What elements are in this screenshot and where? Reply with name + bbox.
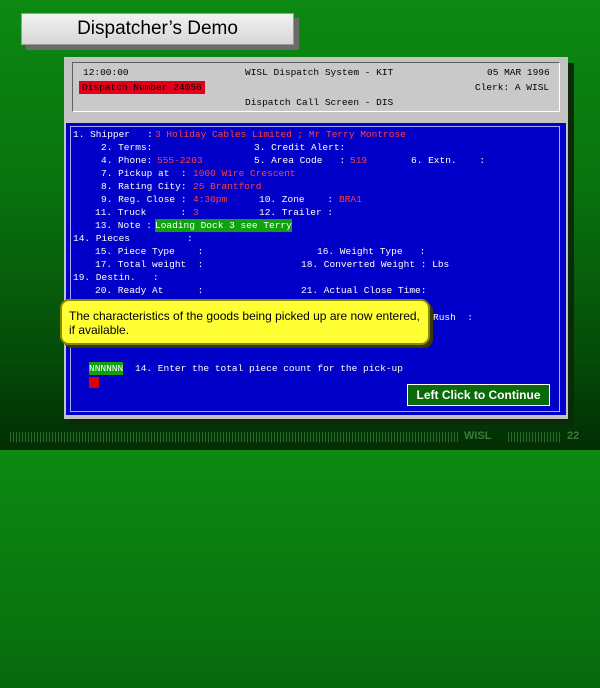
terminal-header: 12:00:00 WISL Dispatch System - KIT 05 M… xyxy=(72,62,560,112)
footer-bar-left xyxy=(10,432,458,442)
input-prompt: 14. Enter the total piece count for the … xyxy=(135,363,403,374)
screen-name: Dispatch Call Screen - DIS xyxy=(245,97,394,108)
system-date: 05 MAR 1996 xyxy=(487,67,550,78)
zone-value[interactable]: BRA1 xyxy=(339,194,362,205)
pickup-label: 7. Pickup at : xyxy=(101,168,187,179)
truck-label: 11. Truck : xyxy=(95,207,187,218)
area-code-value[interactable]: 519 xyxy=(350,155,367,166)
piece-type-label: 15. Piece Type : xyxy=(95,246,204,257)
footer: WISL 22 xyxy=(10,430,590,444)
actual-close-label: 21. Actual Close Time: xyxy=(301,285,427,296)
text-cursor xyxy=(89,377,99,388)
total-weight-label: 17. Total weight : xyxy=(95,259,204,270)
rating-city-value[interactable]: 25 Brantford xyxy=(193,181,261,192)
clerk-label: Clerk: A WISL xyxy=(475,82,550,93)
note-value[interactable]: Loading Dock 3 see Terry xyxy=(155,219,292,232)
footer-bar-right xyxy=(508,432,560,442)
shipper-label: 1. Shipper : xyxy=(73,129,153,140)
instruction-tooltip: The characteristics of the goods being p… xyxy=(60,299,430,345)
truck-value[interactable]: 3 xyxy=(193,207,199,218)
dispatch-form: 1. Shipper : 3 Holiday Cables Limited ; … xyxy=(70,126,560,412)
reg-close-value[interactable]: 4:30pm xyxy=(193,194,227,205)
zone-label: 10. Zone : xyxy=(259,194,334,205)
rush-label: Rush : xyxy=(433,312,473,323)
page-number: 22 xyxy=(567,430,580,442)
phone-label: 4. Phone: xyxy=(101,155,153,166)
pickup-value[interactable]: 1000 Wire Crescent xyxy=(193,168,296,179)
credit-alert-label: 3. Credit Alert: xyxy=(254,142,346,153)
continue-button[interactable]: Left Click to Continue xyxy=(407,384,550,406)
note-label: 13. Note : xyxy=(95,220,153,231)
destination-label: 19. Destin. : xyxy=(73,272,159,283)
system-title: WISL Dispatch System - KIT xyxy=(245,67,394,78)
extension-label: 6. Extn. : xyxy=(411,155,486,166)
weight-type-label: 16. Weight Type : xyxy=(317,246,426,257)
shipper-value[interactable]: 3 Holiday Cables Limited ; Mr Terry Mont… xyxy=(155,129,406,140)
piece-count-input[interactable]: NNNNNN xyxy=(89,362,124,375)
phone-value[interactable]: 555-2203 xyxy=(157,155,203,166)
dispatch-number-badge: Dispatch Number 24056 xyxy=(79,81,205,94)
reg-close-label: 9. Reg. Close : xyxy=(101,194,187,205)
footer-brand: WISL xyxy=(464,430,492,442)
ready-at-label: 20. Ready At : xyxy=(95,285,204,296)
rating-city-label: 8. Rating City: xyxy=(101,181,187,192)
pieces-label: 14. Pieces : xyxy=(73,233,193,244)
terms-label: 2. Terms: xyxy=(101,142,153,153)
trailer-label: 12. Trailer : xyxy=(259,207,334,218)
terminal-window: 12:00:00 WISL Dispatch System - KIT 05 M… xyxy=(64,57,568,419)
dispatch-form-panel: 1. Shipper : 3 Holiday Cables Limited ; … xyxy=(66,123,566,415)
clock-time: 12:00:00 xyxy=(83,67,129,78)
area-code-label: 5. Area Code : xyxy=(254,155,346,166)
page-title: Dispatcher’s Demo xyxy=(21,13,294,45)
converted-weight-label: 18. Converted Weight : Lbs xyxy=(301,259,450,270)
